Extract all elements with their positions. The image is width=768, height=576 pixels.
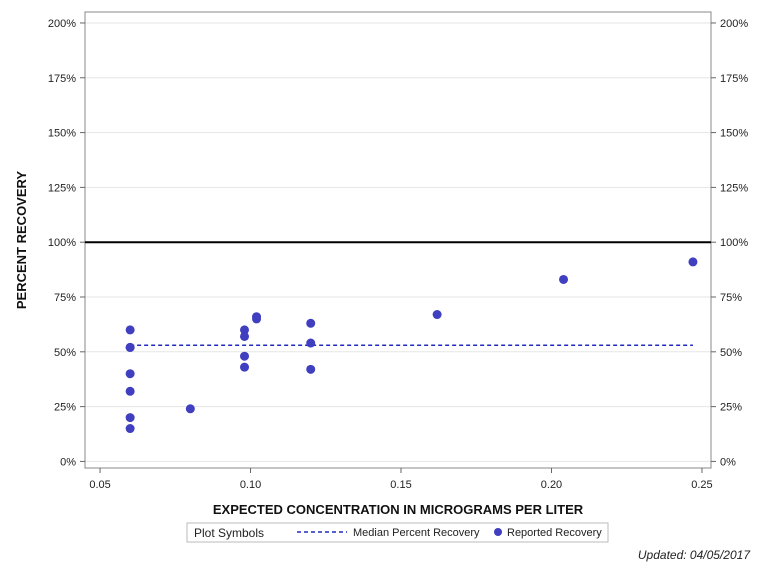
data-point (252, 314, 262, 324)
x-axis: 0.05 0.10 0.15 0.20 0.25 (89, 468, 713, 491)
legend-reported-swatch (494, 528, 502, 536)
legend-median-label: Median Percent Recovery (353, 527, 480, 539)
y-tick-label: 75% (54, 292, 76, 304)
y-tick-label: 25% (54, 402, 76, 414)
y-tick-label: 125% (48, 182, 76, 194)
y-tick-label-right: 100% (720, 237, 748, 249)
chart: 0% 25% 50% 75% 100% 125% 150% 175% 200% 0% 25% 50%… (14, 11, 748, 543)
x-tick-label: 0.10 (240, 479, 261, 491)
data-point (240, 331, 250, 341)
y-tick-label-right: 150% (720, 128, 748, 140)
data-point (125, 369, 135, 379)
y-tick-label: 100% (48, 237, 76, 249)
data-point (688, 257, 698, 267)
y-tick-label-right: 125% (720, 182, 748, 194)
x-tick-label: 0.20 (541, 479, 562, 491)
x-tick-label: 0.25 (691, 479, 712, 491)
y-tick-label: 50% (54, 347, 76, 359)
data-point (125, 424, 135, 434)
y-tick-label-right: 0% (720, 456, 736, 468)
data-point (125, 325, 135, 335)
y-tick-label-right: 200% (720, 18, 748, 30)
y-axis-title: PERCENT RECOVERY (14, 171, 29, 310)
data-point (559, 274, 569, 284)
data-point (240, 351, 250, 361)
legend: Plot Symbols Median Percent Recovery Rep… (186, 522, 609, 543)
y-tick-label-right: 75% (720, 292, 742, 304)
y-tick-label: 175% (48, 73, 76, 85)
y-tick-label: 150% (48, 128, 76, 140)
data-point (306, 338, 316, 348)
data-point (185, 404, 195, 414)
y-tick-label: 0% (60, 456, 76, 468)
y-tick-label-right: 50% (720, 347, 742, 359)
data-point (125, 386, 135, 396)
y-axis-left: 0% 25% 50% 75% 100% 125% 150% 175% 200% (48, 18, 85, 468)
y-tick-label: 200% (48, 18, 76, 30)
x-tick-label: 0.05 (89, 479, 110, 491)
y-tick-label-right: 25% (720, 402, 742, 414)
x-axis-title: EXPECTED CONCENTRATION IN MICROGRAMS PER… (213, 502, 584, 517)
data-point (306, 318, 316, 328)
data-point (432, 310, 442, 320)
plot-area-frame (84, 11, 712, 469)
data-point (240, 362, 250, 372)
y-tick-label-right: 175% (720, 73, 748, 85)
y-axis-right: 0% 25% 50% 75% 100% 125% 150% 175% 200% (711, 18, 748, 468)
updated-date: Updated: 04/05/2017 (637, 548, 750, 562)
legend-reported-label: Reported Recovery (507, 527, 602, 539)
data-point (125, 413, 135, 423)
data-point (306, 364, 316, 374)
data-point (125, 342, 135, 352)
x-tick-label: 0.15 (390, 479, 411, 491)
legend-title: Plot Symbols (194, 526, 264, 540)
